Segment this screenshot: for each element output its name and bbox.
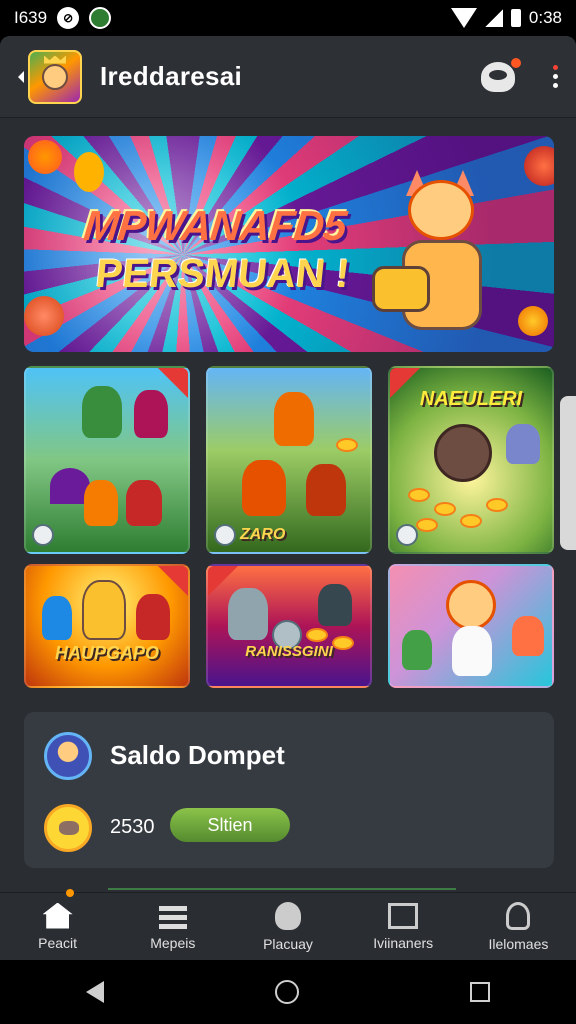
notification-dot [65,889,74,897]
status-bar: I639 ⊘ 0:38 [0,0,576,36]
more-options-icon[interactable] [553,65,558,88]
game-title: RANISSGINI [245,643,333,660]
banner-hero-character [372,170,496,340]
status-left: I639 ⊘ [14,7,112,29]
banner-orb [524,146,554,186]
game-tile[interactable]: ZARO [206,366,372,554]
game-tile[interactable]: NAEULERI [388,366,554,554]
game-tile[interactable]: HAUPGAPO [24,564,190,688]
nav-item-winners[interactable]: Iviinaners [346,893,461,960]
game-title: NAEULERI [419,388,523,410]
banner-orb [518,306,548,336]
crown-icon [44,55,66,64]
app-title: Ireddaresai [100,61,243,91]
notification-mascot-icon[interactable] [481,57,521,92]
hammer-icon [372,266,430,312]
home-circle-icon[interactable] [274,980,299,1004]
grid-icon [158,902,187,929]
status-time-left: I639 [14,8,48,27]
banner-subheadline: PERSMUAN ! [93,252,352,296]
nav-item-play[interactable]: Placuay [230,893,345,960]
signal-icon [484,9,503,27]
logo-face [42,63,68,90]
nav-label: Peacit [38,934,78,951]
nav-item-profile[interactable]: Ilelomaes [461,893,576,960]
banner-orb [28,140,62,174]
app-logo[interactable] [28,49,82,104]
battery-icon [510,9,521,27]
app-window: Ireddaresai MPWANAFD5 PERSMUAN ! ZARO NA… [0,36,576,960]
notification-icon: ⊘ [57,7,80,29]
coin-icon [44,804,92,852]
badge-icon [275,901,301,930]
game-tile[interactable] [388,564,554,688]
back-icon[interactable] [18,70,24,83]
wallet-title: Saldo Dompet [110,740,285,770]
home-icon [42,902,73,929]
game-badge-icon [396,524,418,546]
game-title: ZARO [240,526,286,543]
app-notification-icon [89,7,112,29]
frame-icon [388,902,419,929]
back-icon[interactable] [85,981,104,1003]
nav-label: Ilelomaes [488,935,549,952]
banner-orb [74,152,104,192]
game-badge-icon [214,524,236,546]
banner-headline: MPWANAFD5 [81,202,349,249]
promo-banner[interactable]: MPWANAFD5 PERSMUAN ! [24,136,554,352]
nav-item-home[interactable]: Peacit [0,889,115,960]
hot-ribbon [158,566,188,596]
avatar[interactable] [44,732,92,780]
wifi-icon [450,8,477,28]
nav-label: Placuay [263,935,313,952]
wallet-balance: 2530 [110,816,155,838]
divider [108,888,456,890]
banner-orb [24,296,64,336]
game-tile[interactable] [24,366,190,554]
app-actions [481,57,558,92]
nav-item-menu[interactable]: Mepeis [115,893,230,960]
recent-apps-icon[interactable] [470,982,491,1002]
bottom-nav: Peacit Mepeis Placuay Iviinaners Ileloma… [0,889,576,960]
game-grid: ZARO NAEULERI HAUPGAPO RANISSGINI [24,366,554,688]
nav-label: Iviinaners [373,934,434,951]
scrollbar-thumb[interactable] [560,396,576,550]
game-badge-icon [32,524,54,546]
game-title: HAUPGAPO [54,643,159,663]
status-time-right: 0:38 [528,8,562,27]
user-icon [506,901,531,930]
nav-label: Mepeis [150,934,196,951]
status-right: 0:38 [450,8,562,28]
wallet-card: Saldo Dompet 2530 Sltien [24,712,554,868]
app-bar: Ireddaresai [0,36,576,118]
wallet-action-button[interactable]: Sltien [170,808,290,842]
system-nav-bar [0,960,576,1024]
game-tile[interactable]: RANISSGINI [206,564,372,688]
